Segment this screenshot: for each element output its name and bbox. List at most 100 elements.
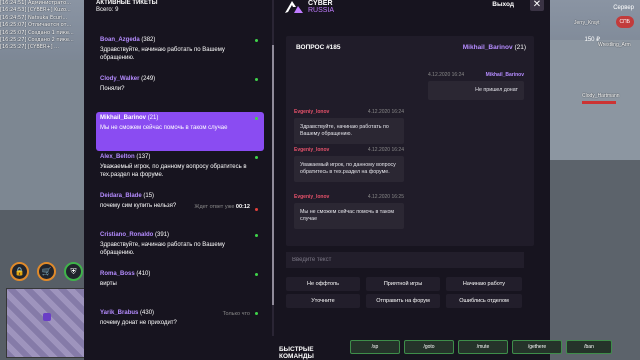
message-text: Мы не сможем сейчас помочь в таком случа… <box>300 209 395 222</box>
scrollbar-thumb[interactable] <box>272 45 274 305</box>
admin-panel: АКТИВНЫЕ ТИКЕТЫ Всего: 9 Boan_Azgeda (38… <box>84 0 612 360</box>
quick-reply-button[interactable]: Приятной игры <box>366 277 440 291</box>
command-button-ban[interactable]: /ban <box>566 340 612 354</box>
message-time: 4.12.2020 16:24 <box>367 147 404 153</box>
ticket-item-active[interactable]: Mikhail_Barinov (21) Мы не сможем сейчас… <box>96 112 264 151</box>
ticket-user-name: Clody_Walker <box>100 76 140 82</box>
shield-icon[interactable]: ⛨ <box>64 262 83 281</box>
logo-line1: CYBER <box>308 0 333 7</box>
ticket-user-count: (21) <box>147 115 159 121</box>
ticket-message: Здравствуйте, начинаю работать по Вашему… <box>100 242 225 256</box>
ticket-message: Здравствуйте, начинаю работать по Вашему… <box>100 47 225 61</box>
ticket-user: Roma_Boss (410) <box>100 271 260 277</box>
ticket-wait-label: Только что <box>222 311 250 317</box>
status-dot-icon <box>255 78 258 81</box>
building-left <box>0 60 84 210</box>
command-button-gethere[interactable]: /gethere <box>512 340 562 354</box>
ticket-user-name: Boan_Azgeda <box>100 37 140 43</box>
commands-label-line1: БЫСТРЫЕ <box>279 346 314 353</box>
ticket-item[interactable]: Alex_Belton (137) Уважаемый игрок, по да… <box>96 151 264 190</box>
player-nametag: Wrestling_Arm <box>598 42 631 48</box>
status-dot-icon <box>255 312 258 315</box>
ticket-list: Boan_Azgeda (382) Здравствуйте, начинаю … <box>96 34 264 346</box>
message-bubble-left: Evgeniy_Ionov 4.12.2020 16:25 Мы не смож… <box>294 194 404 229</box>
ticket-message: Уважаемый игрок, по данному вопросу обра… <box>100 164 247 178</box>
message-author: Evgeniy_Ionov <box>294 194 330 200</box>
reply-input[interactable] <box>286 252 524 268</box>
ticket-user-count: (430) <box>140 310 155 316</box>
question-card: ВОПРОС #185 Mikhail_Barinov (21) 4.12.20… <box>286 36 534 246</box>
ticket-user: Mikhail_Barinov (21) <box>100 115 260 121</box>
message-author: Evgeniy_Ionov <box>294 109 330 115</box>
ticket-item[interactable]: Cristiano_Ronaldo (391) Здравствуйте, на… <box>96 229 264 268</box>
chat-pane: CYBER RUSSIA Выход ✕ ВОПРОС #185 Mikhail… <box>276 0 550 360</box>
ticket-user-name: Cristiano_Ronaldo <box>100 232 154 238</box>
status-dot-icon <box>255 117 258 120</box>
shop-icon[interactable]: 🛒 <box>37 262 56 281</box>
quick-reply-button[interactable]: Ошиблись отделом <box>446 294 522 308</box>
message-time: 4.12.2020 16:24 <box>428 72 465 78</box>
ticket-item[interactable]: Clody_Walker (249) Поняли? <box>96 73 264 112</box>
status-dot-icon <box>255 156 258 159</box>
ticket-user-count: (15) <box>143 193 155 199</box>
message-bubble-left: Evgeniy_Ionov 4.12.2020 16:24 Уважаемый … <box>294 147 404 182</box>
player-nametag: Jerry_Krayt <box>574 20 600 26</box>
ticket-user: Boan_Azgeda (382) <box>100 37 260 43</box>
player-nametag: Clody_Hartmann <box>582 93 620 99</box>
quick-reply-button[interactable]: Не оффтопь <box>286 277 360 291</box>
question-user: Mikhail_Barinov (21) <box>463 44 526 51</box>
lock-icon[interactable]: 🔒 <box>10 262 29 281</box>
message-bubble-left: Evgeniy_Ionov 4.12.2020 16:24 Здравствуй… <box>294 109 404 144</box>
server-badge: СПБ <box>615 16 634 28</box>
status-dot-icon <box>255 39 258 42</box>
player-marker-icon <box>43 313 51 321</box>
quick-reply-button[interactable]: Уточните <box>286 294 360 308</box>
logo-text: CYBER RUSSIA <box>308 0 334 14</box>
command-button-goto[interactable]: /goto <box>404 340 454 354</box>
ticket-user: Clody_Walker (249) <box>100 76 260 82</box>
ticket-item[interactable]: Boan_Azgeda (382) Здравствуйте, начинаю … <box>96 34 264 73</box>
ticket-user: Alex_Belton (137) <box>100 154 260 160</box>
message-time: 4.12.2020 16:25 <box>367 194 404 200</box>
ticket-wait-time: 00:12 <box>235 204 250 210</box>
ticket-header-title: АКТИВНЫЕ ТИКЕТЫ <box>96 0 158 6</box>
logo-icon <box>285 1 303 13</box>
quick-reply-button[interactable]: Начинаю работу <box>446 277 522 291</box>
ticket-total: Всего: 9 <box>96 7 119 13</box>
logo: CYBER RUSSIA <box>284 0 334 14</box>
ticket-item[interactable]: Roma_Boss (410) вирты <box>96 268 264 307</box>
ticket-scrollbar[interactable] <box>272 0 274 360</box>
road-right <box>550 160 640 360</box>
ticket-message: Мы не сможем сейчас помочь в таком случа… <box>100 125 228 131</box>
ticket-pane: АКТИВНЫЕ ТИКЕТЫ Всего: 9 Boan_Azgeda (38… <box>84 0 270 360</box>
ticket-user-count: (249) <box>141 76 156 82</box>
minimap <box>6 288 86 358</box>
question-user-count: (21) <box>514 44 526 51</box>
message-time: 4.12.2020 16:24 <box>367 109 404 115</box>
close-icon[interactable]: ✕ <box>530 0 544 11</box>
message-meta: Evgeniy_Ionov 4.12.2020 16:24 <box>294 109 404 116</box>
message-text: Уважаемый игрок, по данному вопросу обра… <box>300 162 396 175</box>
command-button-sp[interactable]: /sp <box>350 340 400 354</box>
ticket-header: АКТИВНЫЕ ТИКЕТЫ Всего: 9 <box>96 0 158 13</box>
ticket-wait: Ждет ответ уже 00:12 <box>194 204 250 210</box>
ticket-wait-label: Ждет ответ уже <box>194 204 235 210</box>
message-meta: Evgeniy_Ionov 4.12.2020 16:25 <box>294 194 404 201</box>
status-dot-icon <box>255 208 258 211</box>
quick-reply-button[interactable]: Отправить на форум <box>366 294 440 308</box>
message-author: Evgeniy_Ionov <box>294 147 330 153</box>
ticket-message: вирты <box>100 281 117 287</box>
message-text: Здравствуйте, начинаю работать по Вашему… <box>300 124 389 137</box>
question-title: ВОПРОС #185 <box>296 44 341 51</box>
exit-button[interactable]: Выход <box>492 1 514 8</box>
ticket-item[interactable]: Deidara_Blade (15) почему сим купить нел… <box>96 190 264 229</box>
ticket-user: Cristiano_Ronaldo (391) <box>100 232 260 238</box>
status-dot-icon <box>255 234 258 237</box>
ticket-user-name: Roma_Boss <box>100 271 135 277</box>
ticket-user-name: Yarik_Brabus <box>100 310 139 316</box>
question-user-name: Mikhail_Barinov <box>462 44 513 51</box>
ticket-user-name: Alex_Belton <box>100 154 135 160</box>
command-button-mute[interactable]: /mute <box>458 340 508 354</box>
ticket-user-count: (391) <box>155 232 170 238</box>
ticket-user-name: Mikhail_Barinov <box>100 115 147 121</box>
